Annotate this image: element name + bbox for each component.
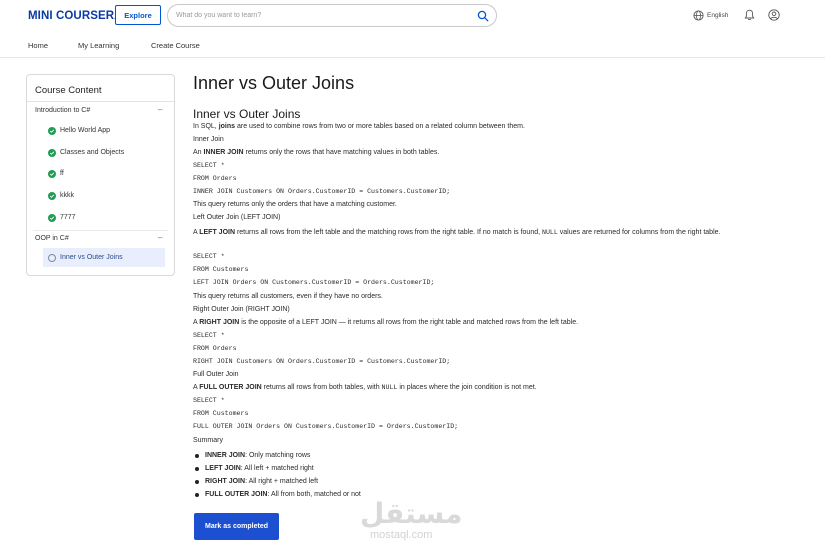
- search-input[interactable]: [176, 12, 466, 19]
- inner-join-heading: Inner Join: [193, 136, 224, 143]
- left-join-note: This query returns all customers, even i…: [193, 293, 383, 300]
- lesson-item[interactable]: 7777: [47, 208, 165, 227]
- empty-circle-icon: [48, 253, 56, 262]
- lesson-label: ff: [60, 170, 64, 177]
- nav-create-course[interactable]: Create Course: [151, 41, 200, 50]
- bell-icon[interactable]: [744, 9, 755, 21]
- code-line: SELECT *: [193, 332, 225, 339]
- page-title: Inner vs Outer Joins: [193, 73, 355, 93]
- sidebar-title: Course Content: [35, 85, 102, 96]
- lesson-item[interactable]: ff: [47, 164, 165, 183]
- list-item: FULL OUTER JOIN: All from both, matched …: [193, 488, 361, 501]
- inner-join-paragraph: An INNER JOIN returns only the rows that…: [193, 149, 440, 156]
- check-circle-icon: [48, 126, 56, 135]
- code-line: FROM Customers: [193, 266, 249, 273]
- watermark-latin: mostaql.com: [370, 529, 433, 541]
- logo[interactable]: MINI COURSERA: [28, 10, 123, 22]
- search-bar[interactable]: [167, 4, 497, 27]
- lesson-item-active[interactable]: Inner vs Outer Joins: [43, 248, 165, 267]
- lesson-item[interactable]: Classes and Objects: [47, 143, 165, 162]
- lesson-label: kkkk: [60, 192, 74, 199]
- summary-list: INNER JOIN: Only matching rows LEFT JOIN…: [193, 449, 361, 501]
- bullet: [195, 453, 199, 458]
- check-circle-icon: [48, 169, 56, 178]
- code-line: FROM Customers: [193, 410, 249, 417]
- collapse-toggle[interactable]: –: [158, 233, 162, 242]
- globe-icon: [693, 10, 704, 21]
- section-oop-csharp[interactable]: OOP in C#: [35, 235, 69, 242]
- code-line: FROM Orders: [193, 175, 237, 182]
- check-circle-icon: [48, 191, 56, 200]
- divider: [27, 101, 174, 102]
- lesson-label: Inner vs Outer Joins: [60, 254, 123, 261]
- inner-join-note: This query returns only the orders that …: [193, 201, 397, 208]
- top-header: MINI COURSERA Explore English: [0, 0, 825, 32]
- right-join-heading: Right Outer Join (RIGHT JOIN): [193, 306, 290, 313]
- language-selector[interactable]: English: [693, 10, 728, 21]
- explore-button[interactable]: Explore: [115, 5, 161, 25]
- watermark-arabic: مستقل: [360, 497, 463, 530]
- lesson-heading: Inner vs Outer Joins: [193, 107, 301, 121]
- nav-my-learning[interactable]: My Learning: [78, 41, 119, 50]
- code-line: RIGHT JOIN Customers ON Orders.CustomerI…: [193, 358, 451, 365]
- bullet: [195, 466, 199, 471]
- intro-paragraph: In SQL, joins are used to combine rows f…: [193, 123, 525, 130]
- list-item: INNER JOIN: Only matching rows: [193, 449, 361, 462]
- code-line: SELECT *: [193, 253, 225, 260]
- full-join-paragraph: A FULL OUTER JOIN returns all rows from …: [193, 384, 537, 391]
- lesson-label: Hello World App: [60, 127, 111, 134]
- list-item: RIGHT JOIN: All right + matched left: [193, 475, 361, 488]
- nav-home[interactable]: Home: [28, 41, 48, 50]
- code-line: SELECT *: [193, 397, 225, 404]
- collapse-toggle[interactable]: –: [158, 105, 162, 114]
- code-line: SELECT *: [193, 162, 225, 169]
- full-join-heading: Full Outer Join: [193, 371, 239, 378]
- search-icon[interactable]: [477, 10, 489, 22]
- right-join-paragraph: A RIGHT JOIN is the opposite of a LEFT J…: [193, 319, 579, 326]
- divider: [33, 230, 168, 231]
- course-content-sidebar: Course Content Introduction to C# – Hell…: [26, 74, 175, 276]
- lesson-item[interactable]: kkkk: [47, 186, 165, 205]
- mark-completed-button[interactable]: Mark as completed: [194, 513, 279, 540]
- check-circle-icon: [48, 213, 56, 222]
- code-line: FULL OUTER JOIN Orders ON Customers.Cust…: [193, 423, 459, 430]
- lesson-item[interactable]: Hello World App: [47, 121, 165, 140]
- lesson-label: Classes and Objects: [60, 149, 125, 156]
- bullet: [195, 492, 199, 497]
- language-label: English: [707, 12, 729, 19]
- check-circle-icon: [48, 148, 56, 157]
- section-intro-csharp[interactable]: Introduction to C#: [35, 107, 90, 114]
- summary-heading: Summary: [193, 437, 223, 444]
- left-join-heading: Left Outer Join (LEFT JOIN): [193, 214, 281, 221]
- code-line: FROM Orders: [193, 345, 237, 352]
- user-circle-icon[interactable]: [768, 9, 780, 21]
- code-line: LEFT JOIN Orders ON Customers.CustomerID…: [193, 279, 435, 286]
- code-line: INNER JOIN Customers ON Orders.CustomerI…: [193, 188, 451, 195]
- watermark-logo: مستقل mostaql.com: [360, 497, 468, 547]
- lesson-label: 7777: [60, 214, 76, 221]
- left-join-paragraph: A LEFT JOIN returns all rows from the le…: [193, 229, 721, 236]
- list-item: LEFT JOIN: All left + matched right: [193, 462, 361, 475]
- main-nav: Home My Learning Create Course: [0, 36, 825, 58]
- bullet: [195, 479, 199, 484]
